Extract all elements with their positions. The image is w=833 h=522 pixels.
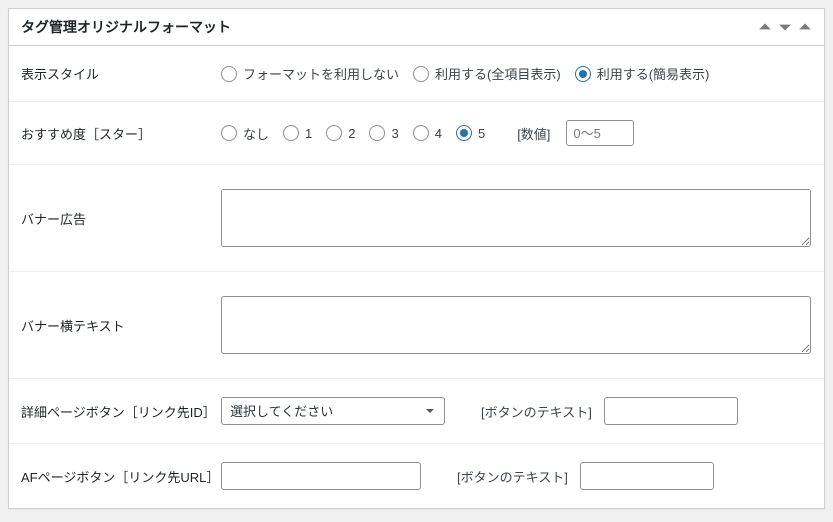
detail-button-select[interactable]: 選択してください (221, 397, 445, 425)
recommend-radio-5[interactable]: 5 (456, 125, 485, 141)
radio-icon (413, 125, 429, 141)
collapse-icon[interactable] (798, 20, 812, 34)
recommend-radio-1[interactable]: 1 (283, 125, 312, 141)
recommend-radio-none[interactable]: なし (221, 124, 269, 143)
row-banner-text: バナー横テキスト (9, 271, 824, 378)
display-style-radio-none[interactable]: フォーマットを利用しない (221, 64, 399, 83)
banner-text-textarea[interactable] (221, 296, 811, 354)
row-recommend: おすすめ度［スター］ なし 1 2 (9, 101, 824, 164)
panel-title: タグ管理オリジナルフォーマット (21, 17, 231, 37)
radio-label: 4 (435, 126, 442, 141)
display-style-options: フォーマットを利用しない 利用する(全項目表示) 利用する(簡易表示) (221, 64, 812, 83)
move-down-icon[interactable] (778, 20, 792, 34)
panel-header: タグ管理オリジナルフォーマット (9, 9, 824, 46)
af-button-text-label: [ボタンのテキスト] (457, 467, 568, 486)
radio-icon (221, 66, 237, 82)
radio-label: 5 (478, 126, 485, 141)
row-detail-button: 詳細ページボタン［リンク先ID］ 選択してください [ボタンのテキスト] (9, 378, 824, 443)
row-banner-ad: バナー広告 (9, 164, 824, 271)
radio-icon (326, 125, 342, 141)
display-style-radio-full[interactable]: 利用する(全項目表示) (413, 64, 561, 83)
radio-label: 2 (348, 126, 355, 141)
radio-icon (456, 125, 472, 141)
radio-label: 3 (391, 126, 398, 141)
display-style-label: 表示スタイル (21, 64, 221, 83)
radio-label: フォーマットを利用しない (243, 64, 399, 83)
radio-icon (221, 125, 237, 141)
radio-icon (283, 125, 299, 141)
settings-panel: タグ管理オリジナルフォーマット 表示スタイル フォーマットを利用しない 利用する… (8, 8, 825, 509)
af-button-url-input[interactable] (221, 462, 421, 490)
recommend-label: おすすめ度［スター］ (21, 124, 221, 143)
detail-button-label: 詳細ページボタン［リンク先ID］ (21, 402, 221, 421)
radio-icon (413, 66, 429, 82)
detail-button-text-input[interactable] (604, 397, 738, 425)
radio-label: なし (243, 124, 269, 143)
banner-text-label: バナー横テキスト (21, 316, 221, 335)
af-button-label: AFページボタン［リンク先URL］ (21, 467, 221, 486)
radio-label: 利用する(全項目表示) (435, 64, 561, 83)
recommend-radio-4[interactable]: 4 (413, 125, 442, 141)
af-button-text-input[interactable] (580, 462, 714, 490)
panel-header-actions (758, 20, 812, 34)
radio-label: 利用する(簡易表示) (597, 64, 710, 83)
detail-button-text-label: [ボタンのテキスト] (481, 402, 592, 421)
radio-icon (369, 125, 385, 141)
recommend-options: なし 1 2 3 4 (221, 120, 812, 146)
banner-ad-label: バナー広告 (21, 209, 221, 228)
radio-label: 1 (305, 126, 312, 141)
recommend-num-input[interactable] (566, 120, 634, 146)
banner-ad-textarea[interactable] (221, 189, 811, 247)
display-style-radio-simple[interactable]: 利用する(簡易表示) (575, 64, 710, 83)
recommend-radio-2[interactable]: 2 (326, 125, 355, 141)
recommend-radio-3[interactable]: 3 (369, 125, 398, 141)
panel-body: 表示スタイル フォーマットを利用しない 利用する(全項目表示) 利用する(簡易表… (9, 46, 824, 508)
row-display-style: 表示スタイル フォーマットを利用しない 利用する(全項目表示) 利用する(簡易表… (9, 46, 824, 101)
row-af-button: AFページボタン［リンク先URL］ [ボタンのテキスト] (9, 443, 824, 508)
radio-icon (575, 66, 591, 82)
recommend-num-label: [数値] (517, 124, 550, 143)
move-up-icon[interactable] (758, 20, 772, 34)
